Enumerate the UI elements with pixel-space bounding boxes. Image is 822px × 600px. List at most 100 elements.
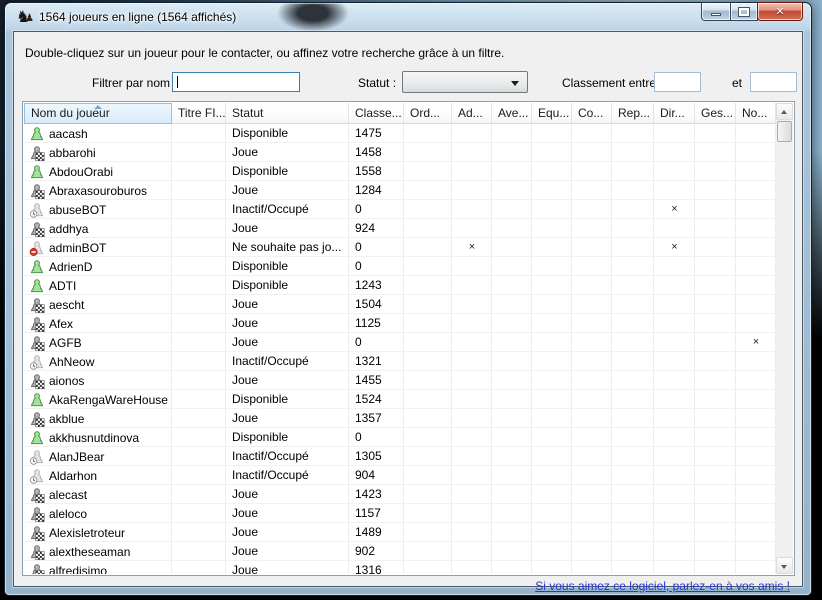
scrollbar-thumb[interactable] <box>777 121 792 142</box>
pawn-inactive-icon <box>29 449 45 465</box>
dir-mark-cell: × <box>654 238 695 257</box>
table-row[interactable]: aacashDisponible1475 <box>24 124 776 143</box>
rep-mark-cell <box>612 219 654 238</box>
statut-dropdown[interactable] <box>402 71 528 93</box>
table-row[interactable]: AldarhonInactif/Occupé904 <box>24 466 776 485</box>
rating-min-input[interactable] <box>654 72 701 92</box>
player-name: adminBOT <box>49 239 106 257</box>
minimize-icon <box>711 13 721 16</box>
no-mark-cell <box>736 466 776 485</box>
ges-mark-cell <box>695 542 736 561</box>
no-mark-cell <box>736 523 776 542</box>
table-row[interactable]: alecastJoue1423 <box>24 485 776 504</box>
table-row[interactable]: akkhusnutdinovaDisponible0 <box>24 428 776 447</box>
column-header-equ[interactable]: Equ... <box>532 103 572 124</box>
statut-cell: Ne souhaite pas jo... <box>226 238 349 257</box>
table-row[interactable]: akblueJoue1357 <box>24 409 776 428</box>
equ-mark-cell <box>532 238 572 257</box>
scroll-down-button[interactable] <box>776 557 793 574</box>
table-row[interactable]: AlanJBearInactif/Occupé1305 <box>24 447 776 466</box>
table-row[interactable]: AbdouOrabiDisponible1558 <box>24 162 776 181</box>
player-name-cell: AhNeow <box>24 352 172 371</box>
ave-mark-cell <box>492 333 532 352</box>
table-row[interactable]: adminBOTNe souhaite pas jo...0×× <box>24 238 776 257</box>
ave-mark-cell <box>492 561 532 574</box>
table-row[interactable]: AhNeowInactif/Occupé1321 <box>24 352 776 371</box>
statut-cell: Inactif/Occupé <box>226 352 349 371</box>
rep-mark-cell <box>612 124 654 143</box>
rating-max-input[interactable] <box>750 72 797 92</box>
classement-cell: 1316 <box>349 561 404 574</box>
share-link[interactable]: Si vous aimez ce logiciel, parlez-en à v… <box>535 579 790 593</box>
dir-mark-cell <box>654 447 695 466</box>
table-row[interactable]: AfexJoue1125 <box>24 314 776 333</box>
column-header-classement[interactable]: Classe... <box>349 103 404 124</box>
table-row[interactable]: alelocoJoue1157 <box>24 504 776 523</box>
column-header-ges[interactable]: Ges... <box>695 103 736 124</box>
table-row[interactable]: aeschtJoue1504 <box>24 295 776 314</box>
ave-mark-cell <box>492 390 532 409</box>
statut-cell: Joue <box>226 219 349 238</box>
column-header-statut[interactable]: Statut <box>226 103 349 124</box>
filter-name-input[interactable] <box>172 72 300 92</box>
table-row[interactable]: abbarohiJoue1458 <box>24 143 776 162</box>
table-row[interactable]: AlexisletroteurJoue1489 <box>24 523 776 542</box>
rep-mark-cell <box>612 390 654 409</box>
classement-cell: 0 <box>349 428 404 447</box>
ave-mark-cell <box>492 219 532 238</box>
title-bar[interactable]: ♞ ♟ 1564 joueurs en ligne (1564 affichés… <box>5 3 811 31</box>
column-header-co[interactable]: Co... <box>572 103 612 124</box>
maximize-button[interactable] <box>730 2 758 21</box>
classement-cell: 1455 <box>349 371 404 390</box>
statut-cell: Disponible <box>226 276 349 295</box>
column-header-name[interactable]: Nom du joueur <box>24 103 172 124</box>
statut-cell: Joue <box>226 561 349 574</box>
player-name: ADTI <box>49 277 76 295</box>
ad-mark-cell <box>452 428 492 447</box>
statut-cell: Joue <box>226 371 349 390</box>
player-name: Afex <box>49 315 73 333</box>
rep-mark-cell <box>612 257 654 276</box>
minimize-button[interactable] <box>701 2 731 21</box>
ad-mark-cell <box>452 295 492 314</box>
vertical-scrollbar[interactable] <box>776 103 793 574</box>
rep-mark-cell <box>612 181 654 200</box>
statut-cell: Disponible <box>226 162 349 181</box>
pawn-playing-icon <box>29 335 45 351</box>
no-mark-cell <box>736 200 776 219</box>
table-row[interactable]: alfredisimoJoue1316 <box>24 561 776 574</box>
table-row[interactable]: addhyaJoue924 <box>24 219 776 238</box>
column-header-rep[interactable]: Rep... <box>612 103 654 124</box>
ges-mark-cell <box>695 200 736 219</box>
column-header-ad[interactable]: Ad... <box>452 103 492 124</box>
rows-viewport: aacashDisponible1475abbarohiJoue1458Abdo… <box>24 124 776 574</box>
player-name: AbdouOrabi <box>49 163 113 181</box>
column-header-no[interactable]: No... <box>736 103 776 124</box>
scroll-up-button[interactable] <box>776 103 793 120</box>
table-row[interactable]: alextheseamanJoue902 <box>24 542 776 561</box>
classement-cell: 1489 <box>349 523 404 542</box>
no-mark-cell <box>736 447 776 466</box>
app-icon: ♞ ♟ <box>16 8 34 26</box>
column-header-ord[interactable]: Ord... <box>404 103 452 124</box>
column-header-ave[interactable]: Ave... <box>492 103 532 124</box>
column-header-titre[interactable]: Titre FI... <box>172 103 226 124</box>
pawn-playing-icon <box>29 297 45 313</box>
ord-mark-cell <box>404 333 452 352</box>
table-row[interactable]: ADTIDisponible1243 <box>24 276 776 295</box>
table-row[interactable]: AkaRengaWareHouseDisponible1524 <box>24 390 776 409</box>
pawn-available-icon <box>29 164 45 180</box>
table-row[interactable]: AGFBJoue0× <box>24 333 776 352</box>
player-name: abuseBOT <box>49 201 106 219</box>
rep-mark-cell <box>612 466 654 485</box>
player-name-cell: aacash <box>24 124 172 143</box>
table-row[interactable]: AbraxasouroburosJoue1284 <box>24 181 776 200</box>
column-header-dir[interactable]: Dir... <box>654 103 695 124</box>
table-row[interactable]: aionosJoue1455 <box>24 371 776 390</box>
table-row[interactable]: abuseBOTInactif/Occupé0× <box>24 200 776 219</box>
titre-cell <box>172 333 226 352</box>
table-row[interactable]: AdrienDDisponible0 <box>24 257 776 276</box>
close-button[interactable]: ✕ <box>757 2 803 21</box>
titre-cell <box>172 371 226 390</box>
ad-mark-cell: × <box>452 238 492 257</box>
